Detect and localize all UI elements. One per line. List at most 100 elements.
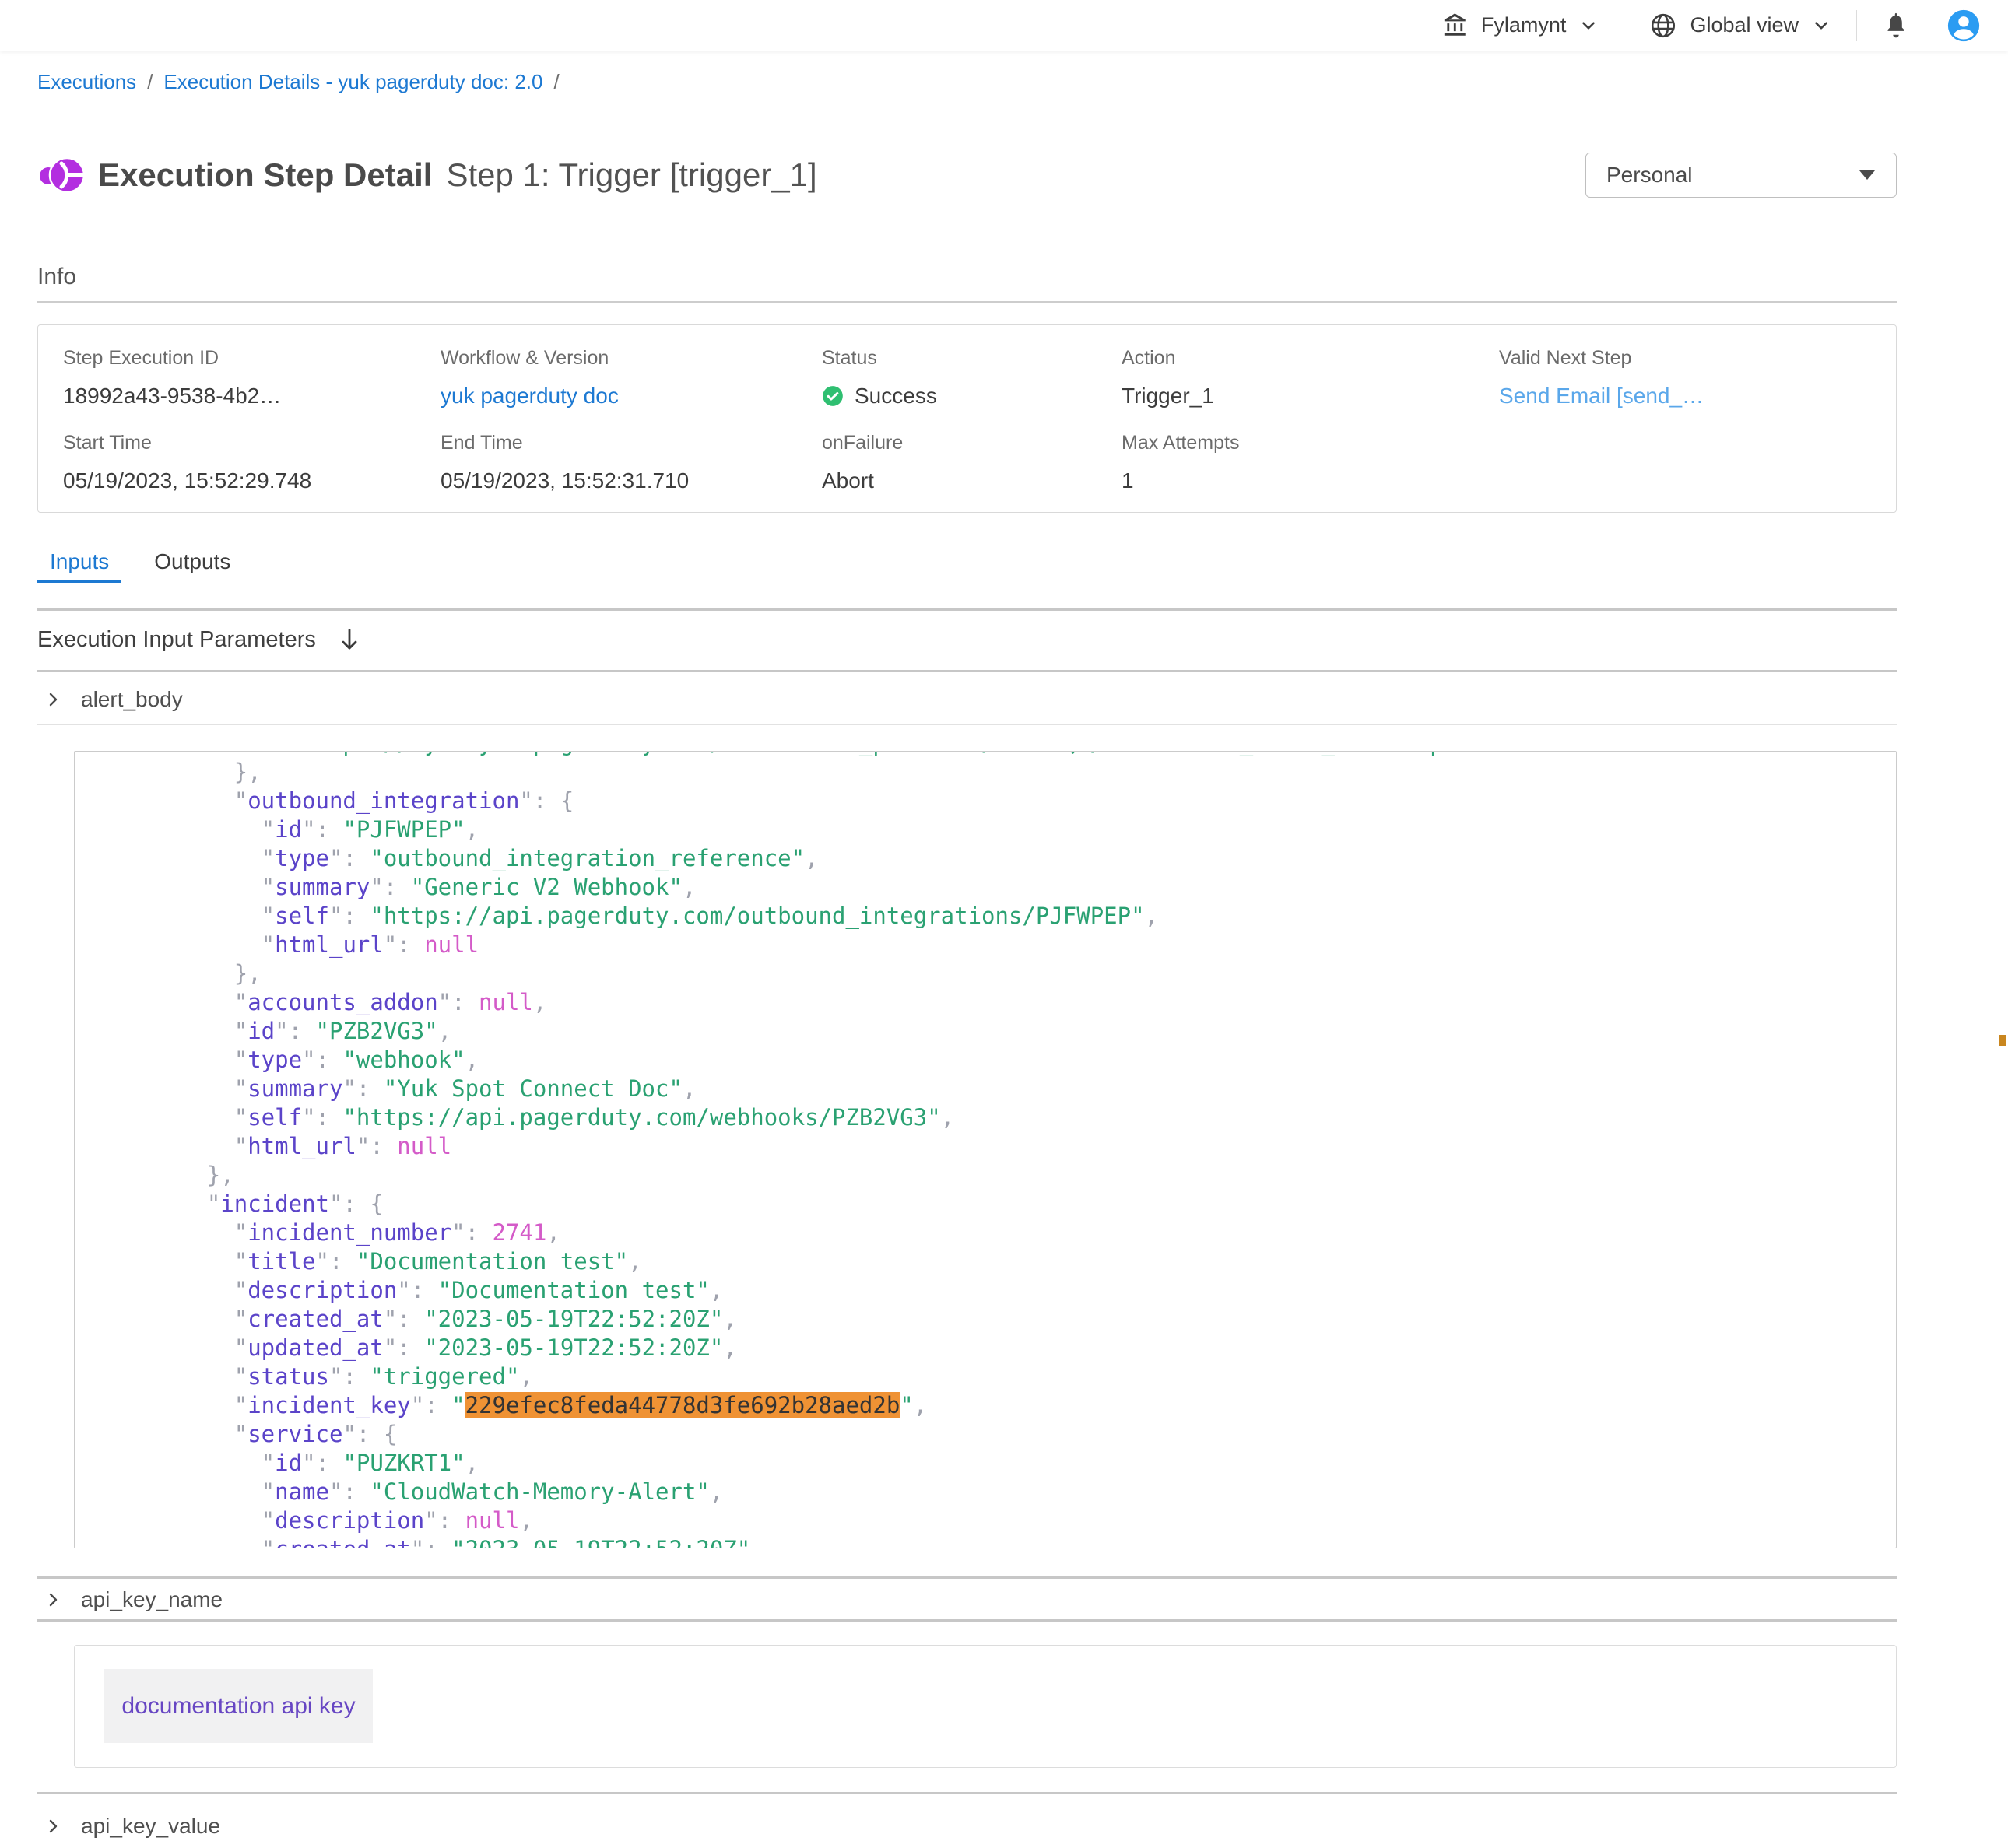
status-text: Success bbox=[855, 384, 937, 409]
section-divider bbox=[37, 724, 1897, 725]
page-subtitle: Step 1: Trigger [trigger_1] bbox=[446, 156, 816, 194]
view-name: Global view bbox=[1690, 13, 1799, 37]
notifications-button[interactable] bbox=[1882, 11, 1910, 40]
expander-label: api_key_value bbox=[81, 1814, 220, 1839]
expander-label: api_key_name bbox=[81, 1587, 223, 1612]
code-line: "updated_at": "2023-05-19T22:52:20Z", bbox=[153, 1334, 1896, 1362]
user-avatar[interactable] bbox=[1946, 8, 1982, 44]
chevron-right-icon bbox=[44, 1816, 62, 1836]
code-line: "created_at": "2023-05-19T22:52:20Z", bbox=[153, 1535, 1896, 1548]
code-line: "https://fylamynt.pagerduty.com/escalati… bbox=[153, 751, 1896, 758]
expander-alert-body[interactable]: alert_body bbox=[37, 683, 1897, 716]
api-key-name-card: documentation api key bbox=[74, 1645, 1897, 1768]
code-line: "service": { bbox=[153, 1420, 1896, 1449]
title-row: Execution Step Detail Step 1: Trigger [t… bbox=[37, 150, 1897, 200]
scope-select-value: Personal bbox=[1606, 163, 1693, 188]
field-label: End Time bbox=[441, 432, 822, 454]
code-line: "id": "PJFWPEP", bbox=[153, 815, 1896, 844]
page-title: Execution Step Detail bbox=[98, 156, 432, 194]
chevron-down-icon bbox=[1578, 16, 1599, 36]
next-step-link[interactable]: Send Email [send_… bbox=[1499, 384, 1871, 409]
api-key-name-chip: documentation api key bbox=[104, 1669, 373, 1743]
breadcrumb: Executions / Execution Details - yuk pag… bbox=[37, 70, 1897, 94]
chevron-down-icon bbox=[1811, 16, 1831, 36]
bank-icon bbox=[1442, 12, 1469, 39]
code-line: "created_at": "2023-05-19T22:52:20Z", bbox=[153, 1305, 1896, 1334]
section-divider bbox=[37, 1576, 1897, 1579]
field-value: Abort bbox=[822, 468, 1122, 493]
chevron-right-icon bbox=[44, 1590, 62, 1610]
code-line: }, bbox=[153, 758, 1896, 787]
breadcrumb-separator: / bbox=[553, 70, 559, 94]
execution-input-parameters-header: Execution Input Parameters bbox=[37, 622, 1897, 657]
info-field-onfailure: onFailure Abort bbox=[822, 432, 1122, 493]
info-heading: Info bbox=[37, 264, 1897, 290]
field-label: Max Attempts bbox=[1122, 432, 1499, 454]
info-field-workflow-version: Workflow & Version yuk pagerduty doc bbox=[441, 347, 822, 409]
field-label: onFailure bbox=[822, 432, 1122, 454]
code-line: "summary": "Yuk Spot Connect Doc", bbox=[153, 1075, 1896, 1103]
params-heading: Execution Input Parameters bbox=[37, 627, 316, 653]
field-value: 05/19/2023, 15:52:31.710 bbox=[441, 468, 822, 493]
chevron-right-icon bbox=[44, 689, 62, 710]
globe-icon bbox=[1649, 12, 1677, 40]
expander-label: alert_body bbox=[81, 687, 183, 712]
sort-down-arrow-icon[interactable] bbox=[338, 627, 361, 652]
info-field-start-time: Start Time 05/19/2023, 15:52:29.748 bbox=[63, 432, 441, 493]
expander-api-key-name[interactable]: api_key_name bbox=[37, 1583, 1897, 1616]
code-line: "name": "CloudWatch-Memory-Alert", bbox=[153, 1478, 1896, 1506]
breadcrumb-separator: / bbox=[147, 70, 153, 94]
view-switcher[interactable]: Global view bbox=[1649, 12, 1831, 40]
field-label: Workflow & Version bbox=[441, 347, 822, 370]
field-label: Status bbox=[822, 347, 1122, 370]
field-label: Action bbox=[1122, 347, 1499, 370]
code-line: "status": "triggered", bbox=[153, 1362, 1896, 1391]
api-key-name-text: documentation api key bbox=[121, 1693, 355, 1720]
code-line: "type": "outbound_integration_reference"… bbox=[153, 844, 1896, 873]
code-line: "incident_key": "229efec8feda44778d3fe69… bbox=[153, 1391, 1896, 1420]
code-line: "title": "Documentation test", bbox=[153, 1247, 1896, 1276]
tabs: Inputs Outputs bbox=[37, 542, 1897, 583]
code-line: "html_url": null bbox=[153, 931, 1896, 959]
section-divider bbox=[37, 1619, 1897, 1622]
code-line: "self": "https://api.pagerduty.com/webho… bbox=[153, 1103, 1896, 1132]
section-divider bbox=[37, 608, 1897, 611]
code-line: "incident": { bbox=[153, 1190, 1896, 1219]
code-line: "type": "webhook", bbox=[153, 1046, 1896, 1075]
breadcrumb-executions[interactable]: Executions bbox=[37, 70, 136, 94]
tab-inputs[interactable]: Inputs bbox=[37, 542, 121, 583]
success-check-icon bbox=[822, 385, 844, 407]
scope-select[interactable]: Personal bbox=[1585, 153, 1897, 198]
tab-outputs[interactable]: Outputs bbox=[142, 542, 243, 583]
code-line: "outbound_integration": { bbox=[153, 787, 1896, 815]
code-line: "description": null, bbox=[153, 1506, 1896, 1535]
app-header: Fylamynt Global view bbox=[0, 0, 2008, 51]
section-divider bbox=[37, 1792, 1897, 1794]
info-field-status: Status Success bbox=[822, 347, 1122, 409]
code-line: "id": "PUZKRT1", bbox=[153, 1449, 1896, 1478]
field-value: 18992a43-9538-4b2… bbox=[63, 384, 441, 409]
main-content: Executions / Execution Details - yuk pag… bbox=[0, 70, 2008, 1843]
info-field-action: Action Trigger_1 bbox=[1122, 347, 1499, 409]
field-label: Step Execution ID bbox=[63, 347, 441, 370]
org-name: Fylamynt bbox=[1481, 13, 1567, 37]
code-line: "incident_number": 2741, bbox=[153, 1219, 1896, 1247]
field-value: Trigger_1 bbox=[1122, 384, 1499, 409]
code-line: "description": "Documentation test", bbox=[153, 1276, 1896, 1305]
org-switcher[interactable]: Fylamynt bbox=[1442, 12, 1599, 39]
field-value: 05/19/2023, 15:52:29.748 bbox=[63, 468, 441, 493]
code-line: "self": "https://api.pagerduty.com/outbo… bbox=[153, 902, 1896, 931]
field-label: Start Time bbox=[63, 432, 441, 454]
section-divider bbox=[37, 301, 1897, 303]
code-line: "html_url": null bbox=[153, 1132, 1896, 1161]
code-block[interactable]: "https://fylamynt.pagerduty.com/escalati… bbox=[74, 751, 1897, 1548]
code-line: "summary": "Generic V2 Webhook", bbox=[153, 873, 1896, 902]
code-line: }, bbox=[153, 1161, 1896, 1190]
info-field-end-time: End Time 05/19/2023, 15:52:31.710 bbox=[441, 432, 822, 493]
expander-api-key-value[interactable]: api_key_value bbox=[37, 1810, 1897, 1843]
bell-icon bbox=[1882, 11, 1910, 40]
workflow-link[interactable]: yuk pagerduty doc bbox=[441, 384, 822, 409]
info-field-valid-next-step: Valid Next Step Send Email [send_… bbox=[1499, 347, 1871, 409]
workflow-logo-icon bbox=[37, 154, 86, 196]
breadcrumb-execution-details[interactable]: Execution Details - yuk pagerduty doc: 2… bbox=[163, 70, 542, 94]
